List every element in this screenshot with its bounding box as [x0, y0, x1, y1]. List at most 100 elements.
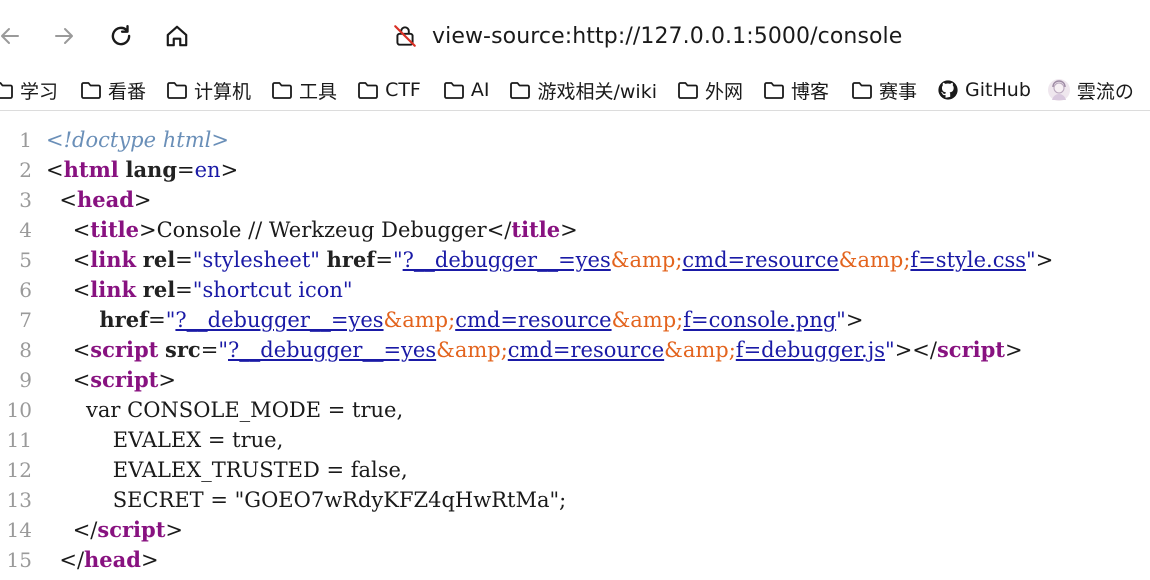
source-text [136, 248, 143, 272]
source-text [46, 308, 99, 332]
source-text: = [177, 158, 195, 182]
tag-name: link [90, 247, 137, 272]
source-link[interactable]: f=debugger.js [736, 338, 885, 362]
source-text: EVALEX = true, [46, 428, 284, 452]
attribute-value: " [885, 338, 895, 362]
reload-button[interactable] [103, 18, 139, 54]
source-link[interactable]: ?__debugger__=yes [228, 338, 436, 362]
bookmark-item[interactable]: 学习 [0, 70, 58, 110]
source-code: href="?__debugger__=yes&amp;cmd=resource… [46, 305, 863, 335]
attribute-value: " [1026, 248, 1036, 272]
url-text[interactable]: view-source:http://127.0.0.1:5000/consol… [432, 24, 902, 49]
source-text: var CONSOLE_MODE = true, [46, 398, 404, 422]
source-text: > [140, 548, 159, 572]
source-code: EVALEX = true, [46, 425, 284, 455]
bookmark-item[interactable]: 看番 [80, 70, 146, 110]
source-line: 2 <html lang=en> [0, 155, 1150, 185]
source-text: < [46, 158, 64, 182]
tag-name: link [90, 277, 137, 302]
bookmark-item[interactable]: GitHub [937, 70, 1031, 110]
source-link[interactable]: ?__debugger__=yes [403, 248, 611, 272]
doctype: <!doctype html> [46, 128, 229, 152]
bookmark-item[interactable]: 工具 [271, 70, 337, 110]
bookmark-item[interactable]: AI [443, 70, 490, 110]
attribute-value: " [836, 308, 846, 332]
html-entity: &amp; [664, 338, 736, 362]
bookmarks-bar: 学习 看番 计算机 工具 CTF AI 游戏相关/wiki 外网 博客 赛事 GitHub 雲流の [0, 70, 1150, 111]
folder-icon [271, 80, 293, 100]
source-line: 9 <script> [0, 365, 1150, 395]
bookmark-item[interactable]: 博客 [763, 70, 829, 110]
attribute-name: href [326, 247, 376, 272]
source-link[interactable]: ?__debugger__=yes [175, 308, 383, 332]
attribute-value: " [392, 248, 403, 272]
source-link[interactable]: cmd=resource [682, 248, 838, 272]
bookmark-label: 学习 [20, 80, 59, 103]
source-text: > [1005, 338, 1023, 362]
source-text: > [560, 218, 578, 242]
bookmark-item[interactable]: 雲流の [1047, 70, 1134, 110]
home-button[interactable] [159, 18, 195, 54]
bookmark-label: CTF [385, 79, 421, 101]
folder-icon [0, 80, 14, 100]
line-number: 2 [19, 158, 32, 182]
avatar-icon [1047, 78, 1071, 102]
tag-name: title [90, 217, 140, 242]
html-entity: &amp; [611, 308, 684, 332]
bookmark-item[interactable]: CTF [357, 70, 421, 110]
source-line: 11 EVALEX = true, [0, 425, 1150, 455]
folder-icon [677, 80, 699, 100]
source-code: <!doctype html> [46, 125, 229, 155]
bookmark-label: 看番 [108, 80, 147, 103]
source-link[interactable]: f=style.css [910, 248, 1026, 272]
source-line: 4 <title>Console // Werkzeug Debugger</t… [0, 215, 1150, 245]
attribute-value: en [194, 158, 221, 182]
source-link[interactable]: cmd=resource [508, 338, 664, 362]
source-line: 13 SECRET = "GOEO7wRdyKFZ4qHwRtMa"; [0, 485, 1150, 515]
tag-name: script [90, 337, 159, 362]
back-button[interactable] [0, 18, 28, 54]
source-text: EVALEX_TRUSTED = false, [46, 458, 408, 482]
source-text: = [148, 308, 166, 332]
source-code: <script src="?__debugger__=yes&amp;cmd=r… [46, 335, 1023, 365]
source-text: = [175, 248, 193, 272]
source-code: SECRET = "GOEO7wRdyKFZ4qHwRtMa"; [46, 485, 566, 515]
line-number: 11 [6, 428, 32, 452]
bookmark-item[interactable]: 赛事 [851, 70, 917, 110]
attribute-name: rel [142, 277, 176, 302]
source-text: < [46, 188, 77, 212]
tag-name: html [63, 157, 119, 182]
source-code: <head> [46, 185, 151, 215]
line-number: 10 [6, 398, 32, 422]
bookmark-label: 雲流の [1076, 80, 1134, 103]
line-number: 14 [6, 518, 32, 542]
attribute-name: rel [142, 247, 176, 272]
bookmark-label: 计算机 [194, 80, 252, 103]
tag-name: head [84, 547, 141, 572]
source-text: > [158, 368, 176, 392]
bookmark-item[interactable]: 游戏相关/wiki [509, 70, 657, 110]
folder-icon [763, 80, 785, 100]
forward-button[interactable] [46, 18, 82, 54]
source-link[interactable]: f=console.png [683, 308, 836, 332]
source-text: > [133, 188, 152, 212]
source-text: > [165, 518, 184, 542]
tag-name: script [97, 517, 166, 542]
bookmark-item[interactable]: 外网 [677, 70, 743, 110]
source-line: 7 href="?__debugger__=yes&amp;cmd=resour… [0, 305, 1150, 335]
source-text: < [46, 338, 91, 362]
bookmark-label: AI [470, 79, 490, 101]
source-text: ></ [894, 338, 937, 362]
line-number: 6 [19, 278, 32, 302]
source-code: <link rel="stylesheet" href="?__debugger… [46, 245, 1054, 275]
line-number: 4 [19, 218, 32, 242]
address-bar[interactable]: view-source:http://127.0.0.1:5000/consol… [392, 18, 902, 54]
source-text: < [46, 218, 91, 242]
source-text: SECRET = "GOEO7wRdyKFZ4qHwRtMa"; [46, 488, 567, 512]
source-link[interactable]: cmd=resource [455, 308, 611, 332]
arrow-left-icon [1, 28, 19, 44]
bookmark-item[interactable]: 计算机 [166, 70, 251, 110]
source-line: 6 <link rel="shortcut icon" [0, 275, 1150, 305]
source-text: > [1035, 248, 1054, 272]
html-entity: &amp; [610, 248, 683, 272]
